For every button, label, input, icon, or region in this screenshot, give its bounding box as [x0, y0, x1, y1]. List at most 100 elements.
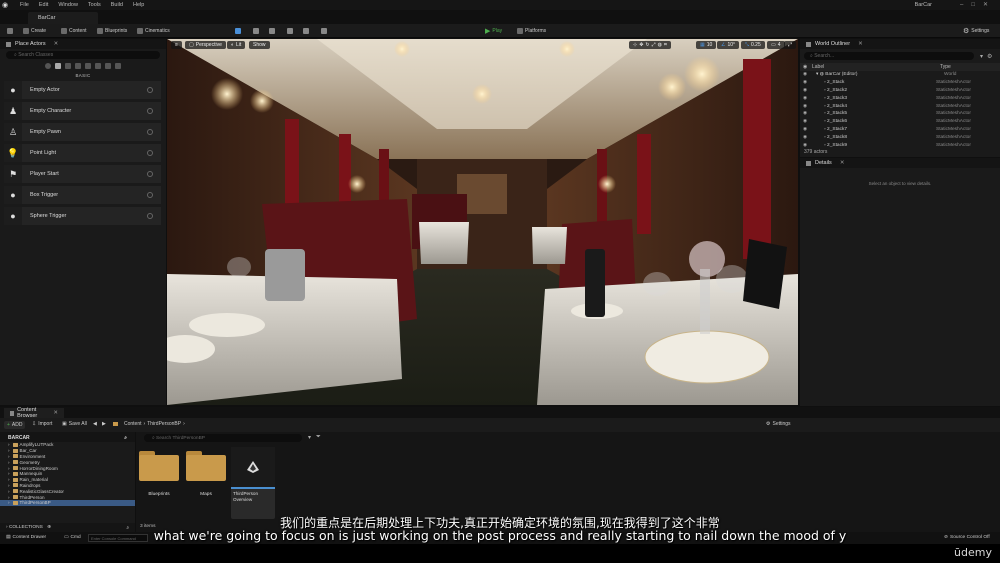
level-viewport[interactable]: ≡ ▢ Perspective ◐ Lit Show ⊹ ✥ ↻ ⤢ ◍ ⌗ ▦ 10 ∠ 10°… — [167, 39, 798, 405]
help-icon[interactable] — [147, 192, 153, 198]
lights-icon[interactable] — [65, 63, 71, 69]
help-icon[interactable] — [147, 171, 153, 177]
visibility-icon[interactable]: ◉ — [800, 80, 816, 85]
column-label[interactable]: Label — [812, 64, 940, 70]
content-button[interactable]: Content — [58, 26, 90, 36]
close-icon[interactable]: ✕ — [858, 41, 863, 47]
close-icon[interactable]: ✕ — [840, 160, 845, 166]
actor-empty-character[interactable]: ♟ Empty Character — [4, 102, 161, 120]
asset-folder-blueprints[interactable]: Blueprints — [139, 447, 179, 513]
visibility-icon[interactable]: ◉ — [800, 111, 816, 116]
all-classes-icon[interactable] — [105, 63, 111, 69]
perspective-button[interactable]: ▢ Perspective — [185, 41, 226, 49]
outliner-search-input[interactable]: ⌕ Search... — [804, 52, 974, 60]
visibility-icon[interactable]: ◉ — [800, 143, 816, 148]
visibility-icon[interactable]: ◉ — [800, 88, 816, 93]
shapes-icon[interactable] — [75, 63, 81, 69]
breadcrumb-content[interactable]: Content — [124, 421, 142, 427]
actor-empty-pawn[interactable]: ♙ Empty Pawn — [4, 123, 161, 141]
visibility-icon[interactable]: ◉ — [800, 64, 812, 70]
settings-gear-icon[interactable]: ⚙ — [987, 53, 992, 60]
outliner-row-world[interactable]: ◉ ▾ ◍ BarCar (Editor) World — [800, 71, 1000, 79]
outliner-row[interactable]: ◉ ▫ 2_Stack2 StaticMeshActor — [800, 87, 1000, 95]
transform-tools[interactable]: ⊹ ✥ ↻ ⤢ ◍ ⌗ — [629, 41, 671, 49]
asset-search-input[interactable]: ⌕ Search ThirdPersonBP — [144, 434, 302, 442]
filter-icon[interactable]: ▾ — [308, 434, 311, 441]
close-icon[interactable]: ✕ — [53, 410, 58, 416]
filter-funnel-icon[interactable]: ⏷ — [316, 434, 321, 441]
menu-build[interactable]: Build — [111, 2, 123, 8]
outliner-row[interactable]: ◉ ▫ 2_Stack8 StaticMeshActor — [800, 133, 1000, 141]
menu-edit[interactable]: Edit — [39, 2, 48, 8]
select-mode-icon[interactable] — [232, 26, 244, 36]
help-icon[interactable] — [147, 129, 153, 135]
visibility-icon[interactable]: ◉ — [800, 96, 816, 101]
visibility-icon[interactable]: ◉ — [800, 104, 816, 109]
history-forward-icon[interactable]: ▶ — [102, 421, 106, 427]
visibility-icon[interactable]: ◉ — [800, 72, 816, 77]
outliner-row[interactable]: ◉ ▫ 2_Stack3 StaticMeshActor — [800, 94, 1000, 102]
outliner-row[interactable]: ◉ ▫ 2_Stack6 StaticMeshActor — [800, 118, 1000, 126]
landscape-mode-icon[interactable] — [250, 26, 262, 36]
asset-thirdperson-overview[interactable]: ThirdPerson Overview — [231, 447, 275, 519]
close-icon[interactable]: ✕ — [54, 41, 59, 47]
scale-snap-button[interactable]: ⤡ 0.25 — [741, 41, 765, 49]
add-button[interactable]: + ADD — [4, 421, 26, 429]
help-icon[interactable] — [147, 108, 153, 114]
outliner-row[interactable]: ◉ ▫ 2_Stack5 StaticMeshActor — [800, 110, 1000, 118]
window-controls[interactable]: –□✕ — [960, 1, 996, 8]
lit-button[interactable]: ◐ Lit — [227, 41, 246, 49]
breadcrumb-thirdpersonbp[interactable]: ThirdPersonBP — [147, 421, 181, 427]
paint-mode-icon[interactable] — [284, 26, 296, 36]
outliner-row[interactable]: ◉ ▫ 2_Stack StaticMeshActor — [800, 79, 1000, 87]
foliage-mode-icon[interactable] — [266, 26, 278, 36]
blueprints-button[interactable]: Blueprints — [94, 26, 130, 36]
save-all-button[interactable]: ▣ Save All — [62, 421, 87, 427]
geometry-mode-icon[interactable] — [300, 26, 312, 36]
help-icon[interactable] — [147, 150, 153, 156]
cinematic-icon[interactable] — [115, 63, 121, 69]
cinematics-button[interactable]: Cinematics — [134, 26, 173, 36]
actor-point-light[interactable]: 💡 Point Light — [4, 144, 161, 162]
asset-folder-maps[interactable]: Maps — [186, 447, 226, 513]
rotation-snap-button[interactable]: ∠ 10° — [717, 41, 740, 49]
level-tab[interactable]: BarCar — [28, 12, 98, 24]
settings-button[interactable]: ⚙ Settings — [766, 421, 791, 427]
platforms-button[interactable]: Platforms — [514, 26, 549, 36]
outliner-row[interactable]: ◉ ▫ 2_Stack9 StaticMeshActor — [800, 141, 1000, 149]
actor-box-trigger[interactable]: ● Box Trigger — [4, 186, 161, 204]
visual-effects-icon[interactable] — [85, 63, 91, 69]
camera-speed-button[interactable]: ▭ 4 — [767, 41, 785, 49]
grid-snap-button[interactable]: ▦ 10 — [696, 41, 717, 49]
save-icon[interactable] — [4, 26, 16, 36]
help-icon[interactable] — [147, 87, 153, 93]
menu-file[interactable]: File — [20, 2, 29, 8]
outliner-row[interactable]: ◉ ▫ 2_Stack7 StaticMeshActor — [800, 126, 1000, 134]
actor-empty-actor[interactable]: ● Empty Actor — [4, 81, 161, 99]
settings-button[interactable]: ⚙ Settings — [960, 26, 992, 36]
visibility-icon[interactable]: ◉ — [800, 135, 816, 140]
volumes-icon[interactable] — [95, 63, 101, 69]
folder-item-selected[interactable]: › ThirdPersonBP — [0, 499, 135, 506]
menu-help[interactable]: Help — [133, 2, 144, 8]
actor-player-start[interactable]: ⚑ Player Start — [4, 165, 161, 183]
history-back-icon[interactable]: ◀ — [93, 421, 97, 427]
search-classes-input[interactable]: ⌕ Search Classes — [6, 51, 160, 59]
recent-icon[interactable] — [45, 63, 51, 69]
menu-tools[interactable]: Tools — [88, 2, 101, 8]
content-browser-tab[interactable]: Content Browser ✕ — [4, 407, 64, 419]
actor-sphere-trigger[interactable]: ● Sphere Trigger — [4, 207, 161, 225]
visibility-icon[interactable]: ◉ — [800, 127, 816, 132]
show-button[interactable]: Show — [249, 41, 270, 49]
menu-window[interactable]: Window — [58, 2, 78, 8]
column-type[interactable]: Type — [940, 64, 951, 70]
outliner-row[interactable]: ◉ ▫ 2_Stack4 StaticMeshActor — [800, 102, 1000, 110]
visibility-icon[interactable]: ◉ — [800, 119, 816, 124]
basic-icon[interactable] — [55, 63, 61, 69]
filter-icon[interactable]: ▾ — [980, 53, 983, 60]
create-button[interactable]: Create — [20, 26, 49, 36]
search-icon[interactable]: ⌕ — [124, 435, 127, 441]
modeling-mode-icon[interactable] — [318, 26, 330, 36]
help-icon[interactable] — [147, 213, 153, 219]
viewport-menu-icon[interactable]: ≡ — [171, 41, 182, 49]
